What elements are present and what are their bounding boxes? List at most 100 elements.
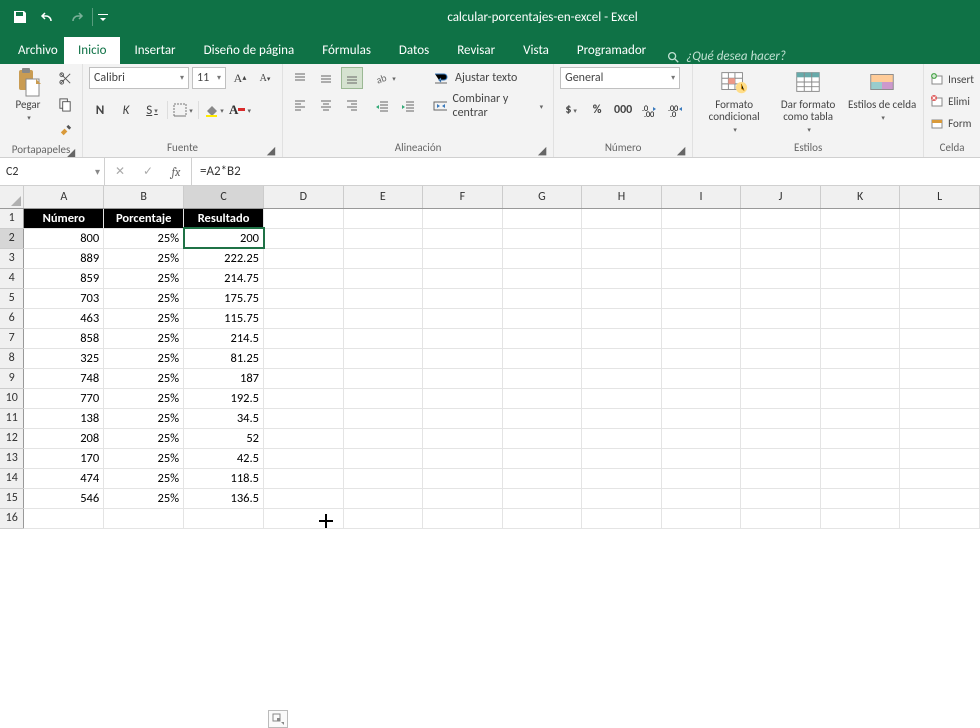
cell-D10[interactable] [264,388,344,408]
align-left-button[interactable] [289,93,311,115]
cell-F10[interactable] [423,388,503,408]
borders-button[interactable]: ▾ [172,99,194,121]
cell-B2[interactable]: 25% [104,228,184,248]
cell-K14[interactable] [820,468,900,488]
tab-data[interactable]: Datos [385,37,443,64]
cell-G15[interactable] [502,488,582,508]
cell-D8[interactable] [264,348,344,368]
cell-H13[interactable] [582,448,662,468]
cell-J15[interactable] [741,488,821,508]
cell-H15[interactable] [582,488,662,508]
cell-J6[interactable] [741,308,821,328]
row-header-16[interactable]: 16 [0,508,24,528]
cell-I15[interactable] [661,488,741,508]
tab-developer[interactable]: Programador [563,37,660,64]
cell-J7[interactable] [741,328,821,348]
cell-D3[interactable] [264,248,344,268]
cell-E2[interactable] [343,228,423,248]
row-header-10[interactable]: 10 [0,388,24,408]
col-header-F[interactable]: F [423,186,503,208]
cell-C3[interactable]: 222.25 [184,248,264,268]
cell-F3[interactable] [423,248,503,268]
cell-J14[interactable] [741,468,821,488]
cell-B15[interactable]: 25% [104,488,184,508]
cell-A9[interactable]: 748 [24,368,104,388]
cell-H4[interactable] [582,268,662,288]
tab-review[interactable]: Revisar [443,37,509,64]
cell-C9[interactable]: 187 [184,368,264,388]
cell-F14[interactable] [423,468,503,488]
cell-G12[interactable] [502,428,582,448]
cell-C11[interactable]: 34.5 [184,408,264,428]
cell-B11[interactable]: 25% [104,408,184,428]
cell-H5[interactable] [582,288,662,308]
cell-D14[interactable] [264,468,344,488]
cell-K1[interactable] [820,208,900,228]
cell-E16[interactable] [343,508,423,528]
cell-D6[interactable] [264,308,344,328]
cell-G3[interactable] [502,248,582,268]
cell-L6[interactable] [900,308,980,328]
cell-D15[interactable] [264,488,344,508]
dialog-launcher-icon[interactable]: ◢ [537,144,547,154]
bold-button[interactable]: N [89,99,111,121]
merge-center-button[interactable]: Combinar y centrar▾ [429,95,547,117]
cell-B4[interactable]: 25% [104,268,184,288]
cell-L4[interactable] [900,268,980,288]
currency-button[interactable]: $▾ [560,99,582,121]
decrease-decimal-button[interactable]: .00.0 [664,99,686,121]
increase-font-button[interactable]: A▴ [229,67,251,89]
cell-E3[interactable] [343,248,423,268]
cell-A7[interactable]: 858 [24,328,104,348]
cell-L1[interactable] [900,208,980,228]
cell-C6[interactable]: 115.75 [184,308,264,328]
cell-A11[interactable]: 138 [24,408,104,428]
tell-me-search[interactable]: ¿Qué desea hacer? [666,49,786,64]
enter-formula-button[interactable]: ✓ [139,163,157,181]
tab-insert[interactable]: Insertar [120,37,189,64]
cell-L7[interactable] [900,328,980,348]
cell-A6[interactable]: 463 [24,308,104,328]
cell-F15[interactable] [423,488,503,508]
cell-J8[interactable] [741,348,821,368]
save-button[interactable] [6,4,34,30]
cell-D1[interactable] [264,208,344,228]
cell-B10[interactable]: 25% [104,388,184,408]
cell-G6[interactable] [502,308,582,328]
tab-page-layout[interactable]: Diseño de página [190,37,309,64]
cell-G8[interactable] [502,348,582,368]
format-cells-button[interactable]: Form [930,113,971,133]
cell-H11[interactable] [582,408,662,428]
cell-G7[interactable] [502,328,582,348]
number-format-select[interactable]: General▾ [560,67,680,89]
col-header-I[interactable]: I [661,186,741,208]
cell-A4[interactable]: 859 [24,268,104,288]
cell-C8[interactable]: 81.25 [184,348,264,368]
cell-A15[interactable]: 546 [24,488,104,508]
cell-C5[interactable]: 175.75 [184,288,264,308]
fx-button[interactable]: fx [167,163,185,181]
cell-D12[interactable] [264,428,344,448]
cell-B14[interactable]: 25% [104,468,184,488]
select-all-button[interactable] [0,186,24,208]
orientation-button[interactable]: ab▾ [371,67,399,89]
increase-decimal-button[interactable]: .0.00 [638,99,660,121]
cell-C4[interactable]: 214.75 [184,268,264,288]
cell-L9[interactable] [900,368,980,388]
cell-I13[interactable] [661,448,741,468]
dialog-launcher-icon[interactable]: ◢ [66,146,76,156]
tab-home[interactable]: Inicio [64,37,120,64]
dialog-launcher-icon[interactable]: ◢ [266,144,276,154]
cell-B12[interactable]: 25% [104,428,184,448]
paste-button[interactable]: Pegar ▾ [6,67,50,122]
cell-E7[interactable] [343,328,423,348]
cell-C14[interactable]: 118.5 [184,468,264,488]
cell-J10[interactable] [741,388,821,408]
cell-H12[interactable] [582,428,662,448]
row-header-7[interactable]: 7 [0,328,24,348]
row-header-4[interactable]: 4 [0,268,24,288]
cell-E8[interactable] [343,348,423,368]
chevron-down-icon[interactable]: ▾ [95,165,100,178]
cell-K5[interactable] [820,288,900,308]
row-header-12[interactable]: 12 [0,428,24,448]
